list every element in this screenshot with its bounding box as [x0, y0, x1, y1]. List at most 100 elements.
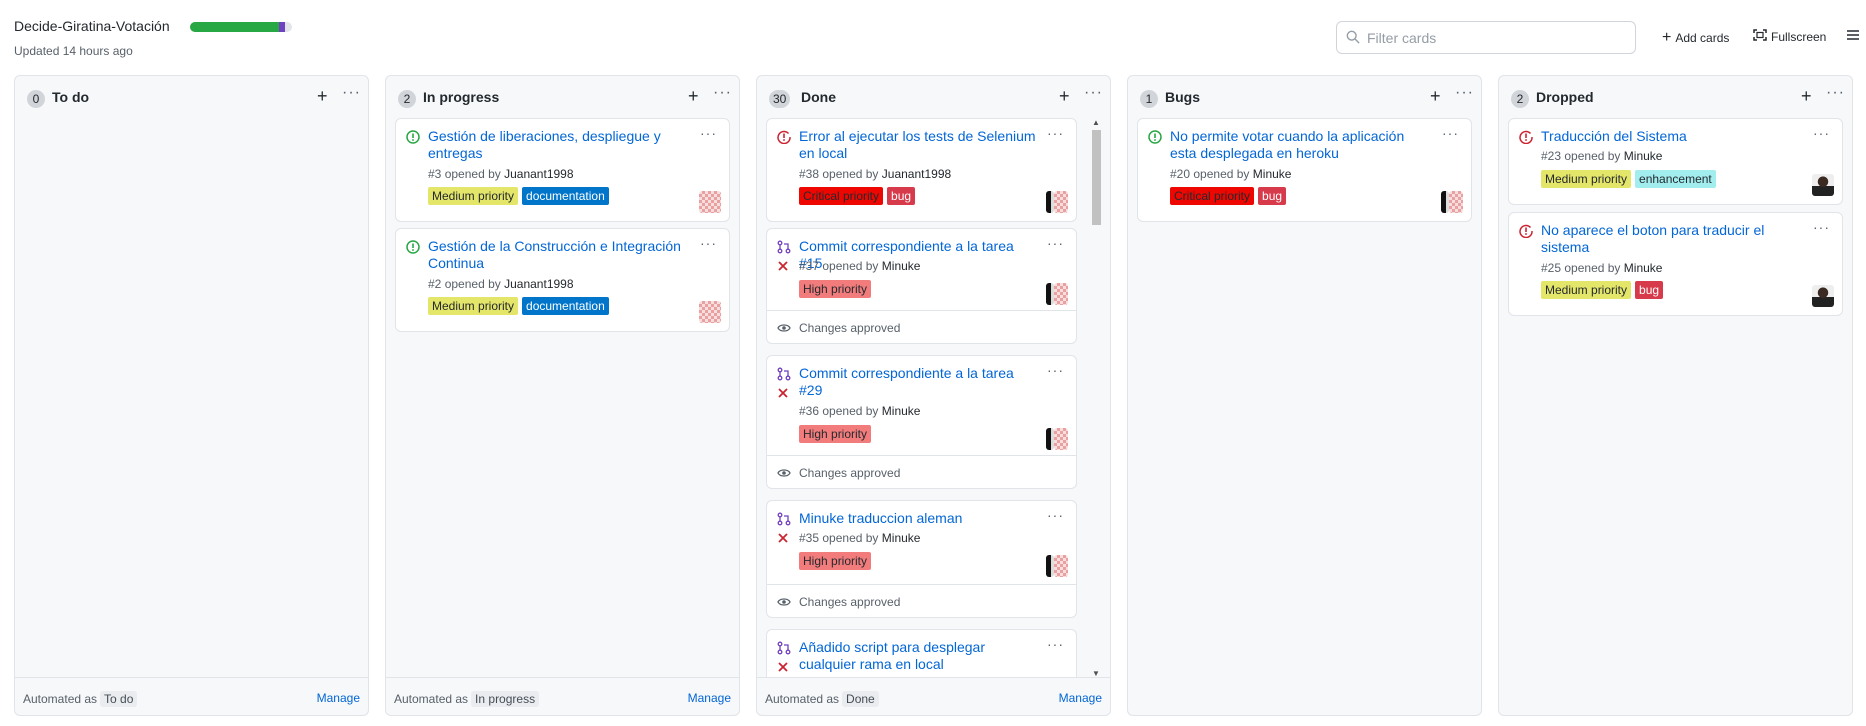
avatar[interactable]: [1054, 555, 1068, 577]
avatar[interactable]: [1046, 555, 1054, 577]
card-menu-kebab-icon[interactable]: ···: [700, 125, 717, 141]
card-meta: #36 opened by Minuke: [799, 404, 920, 418]
author-link[interactable]: Juanant1998: [504, 277, 573, 291]
author-link[interactable]: Minuke: [882, 531, 921, 545]
label-documentation[interactable]: documentation: [522, 187, 609, 205]
avatar[interactable]: [1812, 174, 1834, 196]
manage-automation-link[interactable]: Manage: [688, 691, 731, 705]
column-menu-kebab-icon[interactable]: ···: [1826, 84, 1845, 102]
fullscreen-button[interactable]: Fullscreen: [1753, 29, 1826, 44]
card-title-link[interactable]: Gestión de liberaciones, despliegue y en…: [428, 128, 689, 162]
label-medium-priority[interactable]: Medium priority: [1541, 170, 1632, 188]
add-card-plus-icon[interactable]: +: [688, 86, 699, 107]
filter-cards-input[interactable]: [1367, 22, 1627, 53]
label-medium-priority[interactable]: Medium priority: [428, 187, 519, 205]
avatar[interactable]: [1046, 428, 1054, 450]
label-high-priority[interactable]: High priority: [799, 425, 872, 443]
card-menu-kebab-icon[interactable]: ···: [1047, 362, 1064, 378]
label-bug[interactable]: bug: [1258, 187, 1287, 205]
scrollbar-thumb[interactable]: [1092, 130, 1101, 225]
card-menu-kebab-icon[interactable]: ···: [700, 235, 717, 251]
column-menu-kebab-icon[interactable]: ···: [1084, 84, 1103, 102]
project-title[interactable]: Decide-Giratina-Votación: [14, 18, 170, 34]
label-high-priority[interactable]: High priority: [799, 552, 872, 570]
manage-automation-link[interactable]: Manage: [317, 691, 360, 705]
label-bug[interactable]: bug: [887, 187, 916, 205]
card-title-link[interactable]: Gestión de la Construcción e Integración…: [428, 238, 689, 272]
card-menu-kebab-icon[interactable]: ···: [1047, 507, 1064, 523]
issue-card[interactable]: Gestión de la Construcción e Integración…: [395, 228, 730, 332]
card-menu-kebab-icon[interactable]: ···: [1047, 636, 1064, 652]
card-menu-kebab-icon[interactable]: ···: [1442, 125, 1459, 141]
column-menu-kebab-icon[interactable]: ···: [342, 84, 361, 102]
filter-cards-box[interactable]: [1336, 21, 1636, 54]
cards-scrollbar[interactable]: ▲ ▼: [1091, 118, 1101, 678]
label-documentation[interactable]: documentation: [522, 297, 609, 315]
column-title[interactable]: Bugs: [1165, 89, 1200, 105]
avatar[interactable]: [699, 191, 721, 213]
pr-number: #36: [799, 404, 820, 418]
add-card-plus-icon[interactable]: +: [317, 86, 328, 107]
card-menu-kebab-icon[interactable]: ···: [1813, 219, 1830, 235]
automation-prefix: Automated as: [394, 692, 469, 706]
menu-button[interactable]: [1846, 29, 1860, 44]
column-footer: Automated as Done Manage: [757, 677, 1110, 715]
column-title[interactable]: To do: [52, 89, 89, 105]
issue-card[interactable]: Error al ejecutar los tests de Selenium …: [766, 118, 1077, 222]
card-title-link[interactable]: Minuke traduccion aleman: [799, 510, 1036, 527]
card-title-link[interactable]: No permite votar cuando la aplicación es…: [1170, 128, 1431, 162]
avatar[interactable]: [1054, 283, 1068, 305]
label-medium-priority[interactable]: Medium priority: [428, 297, 519, 315]
issue-card[interactable]: Traducción del Sistema ··· #23 opened by…: [1508, 118, 1843, 205]
scroll-up-arrow-icon[interactable]: ▲: [1092, 118, 1100, 127]
add-card-plus-icon[interactable]: +: [1059, 86, 1070, 107]
card-title-link[interactable]: Commit correspondiente a la tarea #29: [799, 365, 1036, 399]
avatar[interactable]: [1441, 191, 1449, 213]
issue-card[interactable]: No permite votar cuando la aplicación es…: [1137, 118, 1472, 222]
add-card-plus-icon[interactable]: +: [1801, 86, 1812, 107]
card-meta: #23 opened by Minuke: [1541, 149, 1662, 163]
column-menu-kebab-icon[interactable]: ···: [713, 84, 732, 102]
author-link[interactable]: Minuke: [1624, 261, 1663, 275]
card-menu-kebab-icon[interactable]: ···: [1047, 125, 1064, 141]
label-enhancement[interactable]: enhancement: [1635, 170, 1716, 188]
issue-card[interactable]: No aparece el boton para traducir el sis…: [1508, 212, 1843, 316]
author-link[interactable]: Juanant1998: [882, 167, 951, 181]
author-link[interactable]: Minuke: [1624, 149, 1663, 163]
manage-automation-link[interactable]: Manage: [1059, 691, 1102, 705]
add-card-plus-icon[interactable]: +: [1430, 86, 1441, 107]
column-title[interactable]: In progress: [423, 89, 499, 105]
column-menu-kebab-icon[interactable]: ···: [1455, 84, 1474, 102]
author-link[interactable]: Minuke: [1253, 167, 1292, 181]
card-menu-kebab-icon[interactable]: ···: [1047, 235, 1064, 251]
avatar[interactable]: [1046, 191, 1054, 213]
label-critical-priority[interactable]: Critical priority: [799, 187, 884, 205]
label-bug[interactable]: bug: [1635, 281, 1664, 299]
card-title-link[interactable]: Añadido script para desplegar cualquier …: [799, 639, 1036, 673]
add-cards-button[interactable]: + Add cards: [1662, 29, 1729, 47]
author-link[interactable]: Minuke: [882, 404, 921, 418]
avatar[interactable]: [1812, 285, 1834, 307]
column-title[interactable]: Dropped: [1536, 89, 1594, 105]
column-title[interactable]: Done: [801, 89, 836, 105]
issue-card[interactable]: Gestión de liberaciones, despliegue y en…: [395, 118, 730, 222]
pull-request-card[interactable]: Commit correspondiente a la tarea #15 ··…: [766, 228, 1077, 344]
pull-request-card[interactable]: Añadido script para desplegar cualquier …: [766, 629, 1077, 677]
card-menu-kebab-icon[interactable]: ···: [1813, 125, 1830, 141]
avatar[interactable]: [1054, 428, 1068, 450]
avatar[interactable]: [1449, 191, 1463, 213]
label-medium-priority[interactable]: Medium priority: [1541, 281, 1632, 299]
pull-request-card[interactable]: Minuke traduccion aleman ··· #35 opened …: [766, 500, 1077, 618]
label-high-priority[interactable]: High priority: [799, 280, 872, 298]
label-critical-priority[interactable]: Critical priority: [1170, 187, 1255, 205]
avatar[interactable]: [1054, 191, 1068, 213]
pull-request-card[interactable]: Commit correspondiente a la tarea #29 ··…: [766, 355, 1077, 489]
review-status-text: Changes approved: [799, 321, 901, 335]
card-title-link[interactable]: Traducción del Sistema: [1541, 128, 1802, 145]
card-title-link[interactable]: No aparece el boton para traducir el sis…: [1541, 222, 1802, 256]
author-link[interactable]: Minuke: [882, 259, 921, 273]
avatar[interactable]: [1046, 283, 1054, 305]
author-link[interactable]: Juanant1998: [504, 167, 573, 181]
card-title-link[interactable]: Error al ejecutar los tests de Selenium …: [799, 128, 1036, 162]
avatar[interactable]: [699, 301, 721, 323]
